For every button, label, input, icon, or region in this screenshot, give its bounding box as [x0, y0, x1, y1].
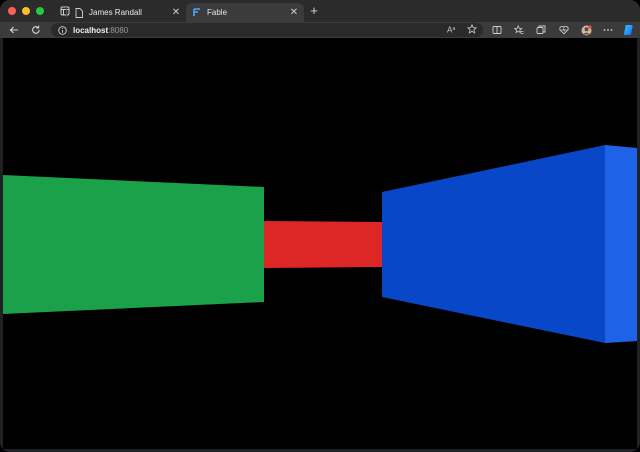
back-arrow-icon[interactable]: [7, 23, 21, 37]
3d-scene: [3, 38, 637, 449]
window-controls: [8, 7, 44, 15]
copilot-icon[interactable]: [622, 23, 636, 37]
split-screen-icon[interactable]: [490, 23, 504, 37]
address-bar[interactable]: localhost:8080 Aa: [51, 23, 483, 37]
tab-fable[interactable]: Fable ✕: [186, 3, 304, 22]
address-bar-actions: Aa: [447, 21, 478, 39]
tab-james-randall[interactable]: James Randall ✕: [68, 3, 186, 22]
minimize-window-button[interactable]: [22, 7, 30, 15]
url-text: localhost:8080: [73, 26, 128, 35]
url-host: localhost: [73, 25, 109, 35]
svg-text:a: a: [453, 26, 456, 32]
close-icon[interactable]: ✕: [170, 7, 182, 19]
browser-window: James Randall ✕ Fable ✕ + localhost:8080: [0, 0, 640, 452]
browser-essentials-icon[interactable]: [557, 23, 571, 37]
more-icon[interactable]: [601, 23, 615, 37]
favorites-icon[interactable]: [512, 23, 526, 37]
maximize-window-button[interactable]: [36, 7, 44, 15]
blue-box-side: [605, 145, 637, 343]
reload-icon[interactable]: [29, 23, 43, 37]
red-box: [264, 221, 382, 268]
url-port: :8080: [108, 25, 129, 35]
webgl-viewport[interactable]: [3, 38, 637, 449]
tab-label: James Randall: [89, 8, 142, 17]
read-aloud-icon[interactable]: Aa: [447, 21, 457, 39]
browser-toolbar: localhost:8080 Aa: [0, 22, 640, 38]
tab-strip: James Randall ✕ Fable ✕ +: [0, 0, 640, 22]
document-icon: [74, 7, 84, 18]
profile-avatar[interactable]: [579, 23, 593, 37]
green-box: [3, 175, 264, 314]
new-tab-button[interactable]: +: [308, 4, 320, 17]
favorite-star-icon[interactable]: [466, 21, 478, 39]
fable-logo-icon: [192, 8, 202, 18]
tab-separator: [66, 7, 67, 17]
site-info-icon[interactable]: [57, 25, 67, 35]
collections-icon[interactable]: [534, 23, 548, 37]
close-window-button[interactable]: [8, 7, 16, 15]
close-icon[interactable]: ✕: [288, 7, 300, 19]
tab-label: Fable: [207, 8, 228, 17]
